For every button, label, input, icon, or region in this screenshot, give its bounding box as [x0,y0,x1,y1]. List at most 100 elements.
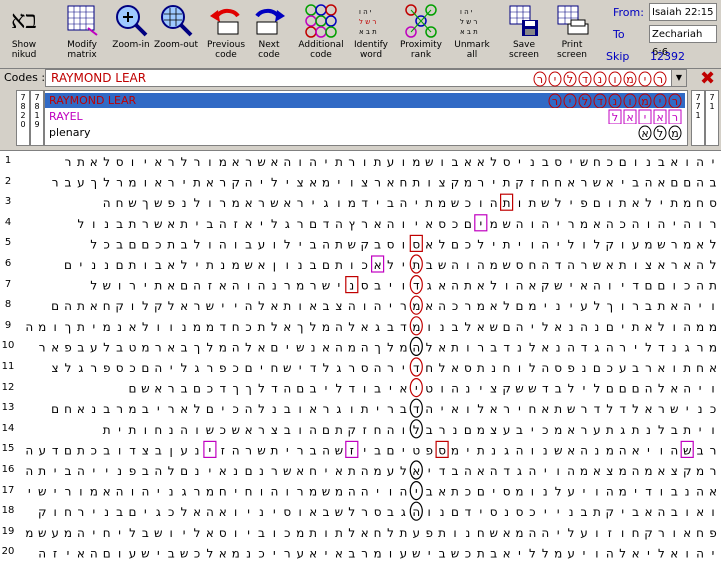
matrix-letter: ם [141,361,149,375]
matrix-letter: ב [206,217,213,231]
matrix-letter: מ [451,443,459,457]
matrix-letter: ב [374,237,381,251]
matrix-letter: א [374,217,382,231]
matrix-letter: ה [632,217,640,231]
proximity-rank-button[interactable]: Proximity rank [395,2,447,66]
matrix-letter: י [647,443,650,457]
matrix-letter: ו [453,526,456,540]
matrix-letter: א [696,505,704,519]
matrix-letter: ת [412,258,420,272]
row-number: 4 [4,216,12,228]
matrix-letter: ג [427,279,432,293]
matrix-letter: ר [219,176,226,190]
matrix-letter: ת [348,464,356,478]
matrix-letter: י [247,505,250,519]
code-letter: מ [671,127,678,140]
matrix-letter: ו [608,196,611,210]
matrix-letter: א [51,340,59,354]
matrix-letter: ס [503,485,511,499]
unmark-all-button[interactable]: י ה ו ר ש ל ת ב א Unmark all [446,2,498,66]
matrix-letter: מ [103,320,111,334]
matrix-letter: כ [452,217,458,231]
from-field[interactable]: Isaiah 22:15 [649,3,717,21]
matrix-letter: פ [167,196,175,210]
matrix-letter: ך [297,320,303,334]
matrix-letter: ה [154,361,162,375]
matrix-letter: כ [362,258,368,272]
identify-word-button[interactable]: י ה ו ר ש ל ת ב א Identify word [345,2,397,66]
matrix-letter: ב [310,382,317,396]
print-screen-button[interactable]: Print screen [546,2,598,66]
matrix-letter: מ [374,464,382,478]
matrix-letter: ה [361,464,369,478]
matrix-letter: ו [595,546,598,560]
matrix-letter: ד [220,382,227,396]
matrix-letter: ו [208,196,211,210]
matrix-letter: ה [348,299,356,313]
matrix-letter: נ [349,279,354,293]
matrix-letter: ת [412,176,420,190]
matrix-letter: י [247,526,250,540]
chevron-down-icon[interactable]: ▼ [671,69,687,87]
code-list-item[interactable]: RAYMOND LEAR ר י מ ו נ ד ל י ר [45,93,685,108]
matrix-letter: ח [528,258,536,272]
matrix-letter: ח [103,299,111,313]
code-list-item[interactable]: plenary מ ל א [45,125,685,140]
matrix-letter: ש [141,382,150,396]
matrix-letter: נ [672,340,677,354]
matrix-letter: מ [606,443,614,457]
matrix-letter: מ [219,155,227,169]
svg-text:י ה ו: י ה ו [359,8,372,16]
matrix-letter: נ [491,443,496,457]
save-screen-button[interactable]: Save screen [498,2,550,66]
matrix-letter: א [245,423,253,437]
matrix-letter: ד [619,402,626,416]
zoom-out-button[interactable]: Zoom-out [150,2,202,66]
matrix-letter: א [128,320,136,334]
matrix-letter: ו [634,155,637,169]
matrix-letter: ג [156,505,161,519]
matrix-letter: א [374,258,382,272]
matrix-letter: ם [129,382,137,396]
matrix-letter: ל [348,320,355,334]
close-icon[interactable]: ✖ [700,68,715,89]
matrix-letter: נ [504,505,509,519]
code-letter: א [656,111,663,124]
show-nikud-button[interactable]: בא Show nikud [4,2,44,66]
code-letter: ר [672,95,678,108]
next-code-button[interactable]: Next code [243,2,295,66]
matrix-letter: א [167,217,175,231]
matrix-letter: י [660,196,663,210]
save-icon [509,5,538,36]
code-listbox[interactable]: RAYMOND LEAR ר י מ ו נ ד ל י ר RAYEL ר א י א ל plenary מ ל… [44,90,688,146]
letter-matrix[interactable]: 1 2 3 4 5 6 7 8 9 10 11 12 13 14 15 16 17 18 19 20 יהואבנום… [0,150,721,571]
matrix-letter: א [477,464,485,478]
matrix-letter: ר [645,361,652,375]
matrix-letter: ב [645,299,652,313]
code-list-item[interactable]: RAYEL ר א י א ל [45,109,685,124]
row-number: 13 [1,402,15,414]
matrix-letter: פ [219,361,227,375]
additional-code-button[interactable]: Additional code [295,2,347,66]
matrix-letter: ו [621,299,624,313]
matrix-letter: מ [412,320,420,334]
modify-matrix-label: Modify matrix [67,40,97,60]
matrix-letter: ב [387,320,394,334]
matrix-letter: ד [413,402,420,416]
matrix-letter: א [335,464,343,478]
matrix-letter: ב [439,546,446,560]
matrix-letter: ע [180,443,188,457]
matrix-letter: א [283,320,291,334]
matrix-letter: ש [296,340,305,354]
matrix-letter: ת [632,320,640,334]
matrix-letter: ג [401,505,406,519]
modify-matrix-button[interactable]: Modify matrix [56,2,108,66]
matrix-letter: ה [541,361,549,375]
matrix-letter: ר [168,382,175,396]
matrix-letter: ח [232,320,240,334]
matrix-letter: ה [645,382,653,396]
codes-select[interactable]: RAYMOND LEAR רימונדליר [45,69,673,87]
matrix-letter: י [157,402,160,416]
matrix-letter: ת [399,526,407,540]
to-field[interactable]: Zechariah 6:6 [649,25,717,58]
